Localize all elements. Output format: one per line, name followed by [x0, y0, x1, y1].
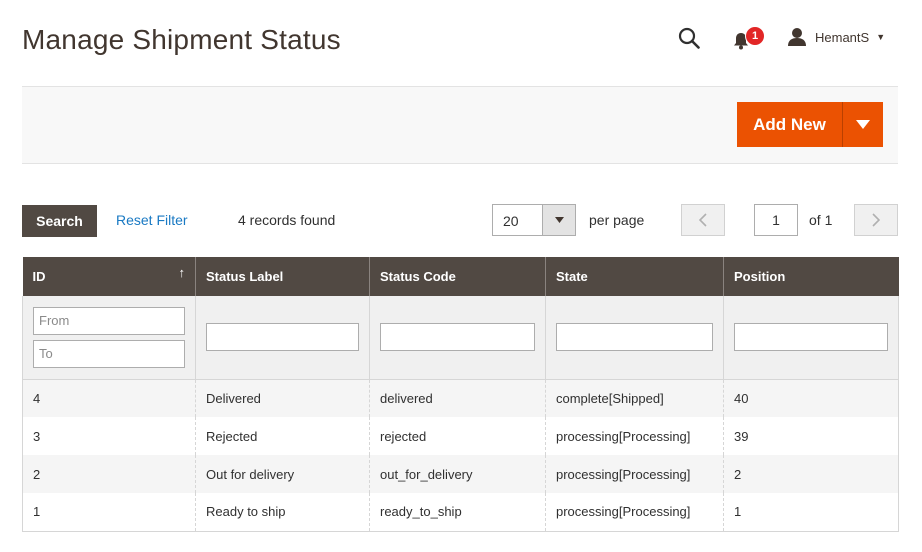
- cell-position: 1: [723, 493, 899, 532]
- column-header-id[interactable]: ID ↑: [22, 257, 196, 296]
- cell-state: processing[Processing]: [545, 493, 724, 532]
- records-count: 4 records found: [238, 212, 336, 228]
- status-code-filter-input[interactable]: [380, 323, 535, 352]
- cell-status-code: out_for_delivery: [369, 455, 546, 493]
- add-new-split-button[interactable]: Add New: [737, 102, 883, 147]
- chevron-left-icon: [699, 213, 707, 227]
- cell-id: 2: [22, 455, 196, 493]
- filter-cell-state: [545, 296, 724, 380]
- cell-state: complete[Shipped]: [545, 379, 724, 417]
- search-icon[interactable]: [678, 27, 700, 49]
- per-page-dropdown-toggle[interactable]: [542, 205, 575, 235]
- filter-cell-status-label: [195, 296, 370, 380]
- cell-status-label: Rejected: [195, 417, 370, 455]
- cell-id: 1: [22, 493, 196, 532]
- search-button[interactable]: Search: [22, 205, 97, 237]
- chevron-right-icon: [872, 213, 880, 227]
- caret-down-icon: ▼: [876, 32, 886, 42]
- cell-status-code: delivered: [369, 379, 546, 417]
- caret-down-icon: [554, 217, 564, 223]
- position-filter-input[interactable]: [734, 323, 888, 352]
- current-page-input[interactable]: [754, 204, 798, 236]
- reset-filter-link[interactable]: Reset Filter: [116, 212, 188, 228]
- cell-status-code: ready_to_ship: [369, 493, 546, 532]
- cell-id: 3: [22, 417, 196, 455]
- user-name: HemantS: [815, 29, 870, 45]
- cell-status-code: rejected: [369, 417, 546, 455]
- filter-cell-status-code: [369, 296, 546, 380]
- notification-count-badge: 1: [745, 26, 765, 46]
- cell-status-label: Out for delivery: [195, 455, 370, 493]
- page-title: Manage Shipment Status: [22, 24, 341, 55]
- user-icon: [788, 28, 806, 46]
- column-header-label: Status Label: [206, 269, 284, 284]
- cell-status-label: Delivered: [195, 379, 370, 417]
- cell-position: 2: [723, 455, 899, 493]
- add-new-button[interactable]: Add New: [737, 102, 842, 147]
- filter-cell-id: [22, 296, 196, 380]
- table-row[interactable]: 3 Rejected rejected processing[Processin…: [22, 417, 899, 455]
- column-header-status-label[interactable]: Status Label: [195, 257, 370, 296]
- id-from-filter-input[interactable]: [33, 306, 185, 335]
- table-row[interactable]: 1 Ready to ship ready_to_ship processing…: [22, 493, 899, 532]
- per-page-label: per page: [589, 212, 645, 228]
- column-header-state[interactable]: State: [545, 257, 724, 296]
- column-header-position[interactable]: Position: [723, 257, 899, 296]
- cell-position: 40: [723, 379, 899, 417]
- cell-id: 4: [22, 379, 196, 417]
- per-page-select[interactable]: 20: [492, 204, 576, 236]
- table-row[interactable]: 2 Out for delivery out_for_delivery proc…: [22, 455, 899, 493]
- cell-status-label: Ready to ship: [195, 493, 370, 532]
- cell-position: 39: [723, 417, 899, 455]
- per-page-value: 20: [503, 213, 519, 229]
- column-header-label: ID: [32, 269, 46, 284]
- user-account-menu[interactable]: HemantS ▼: [787, 27, 885, 47]
- total-pages-label: of 1: [809, 212, 833, 228]
- notifications-button[interactable]: 1: [731, 26, 765, 52]
- cell-state: processing[Processing]: [545, 417, 724, 455]
- id-to-filter-input[interactable]: [33, 339, 185, 368]
- next-page-button[interactable]: [854, 204, 898, 236]
- cell-state: processing[Processing]: [545, 455, 724, 493]
- grid-header-row: ID ↑ Status Label Status Code State Posi…: [22, 257, 899, 296]
- column-header-label: Position: [734, 269, 786, 284]
- caret-down-icon: [856, 120, 870, 129]
- column-header-status-code[interactable]: Status Code: [369, 257, 546, 296]
- shipment-status-grid: ID ↑ Status Label Status Code State Posi…: [22, 257, 899, 532]
- previous-page-button[interactable]: [681, 204, 725, 236]
- table-row[interactable]: 4 Delivered delivered complete[Shipped] …: [22, 379, 899, 417]
- status-label-filter-input[interactable]: [206, 323, 359, 352]
- add-new-dropdown-toggle[interactable]: [843, 102, 883, 147]
- sort-arrow-up-icon: ↑: [178, 265, 186, 280]
- column-header-label: Status Code: [380, 269, 456, 284]
- column-header-label: State: [556, 269, 588, 284]
- state-filter-input[interactable]: [556, 323, 713, 352]
- filter-cell-position: [723, 296, 899, 380]
- filter-row: [22, 296, 899, 380]
